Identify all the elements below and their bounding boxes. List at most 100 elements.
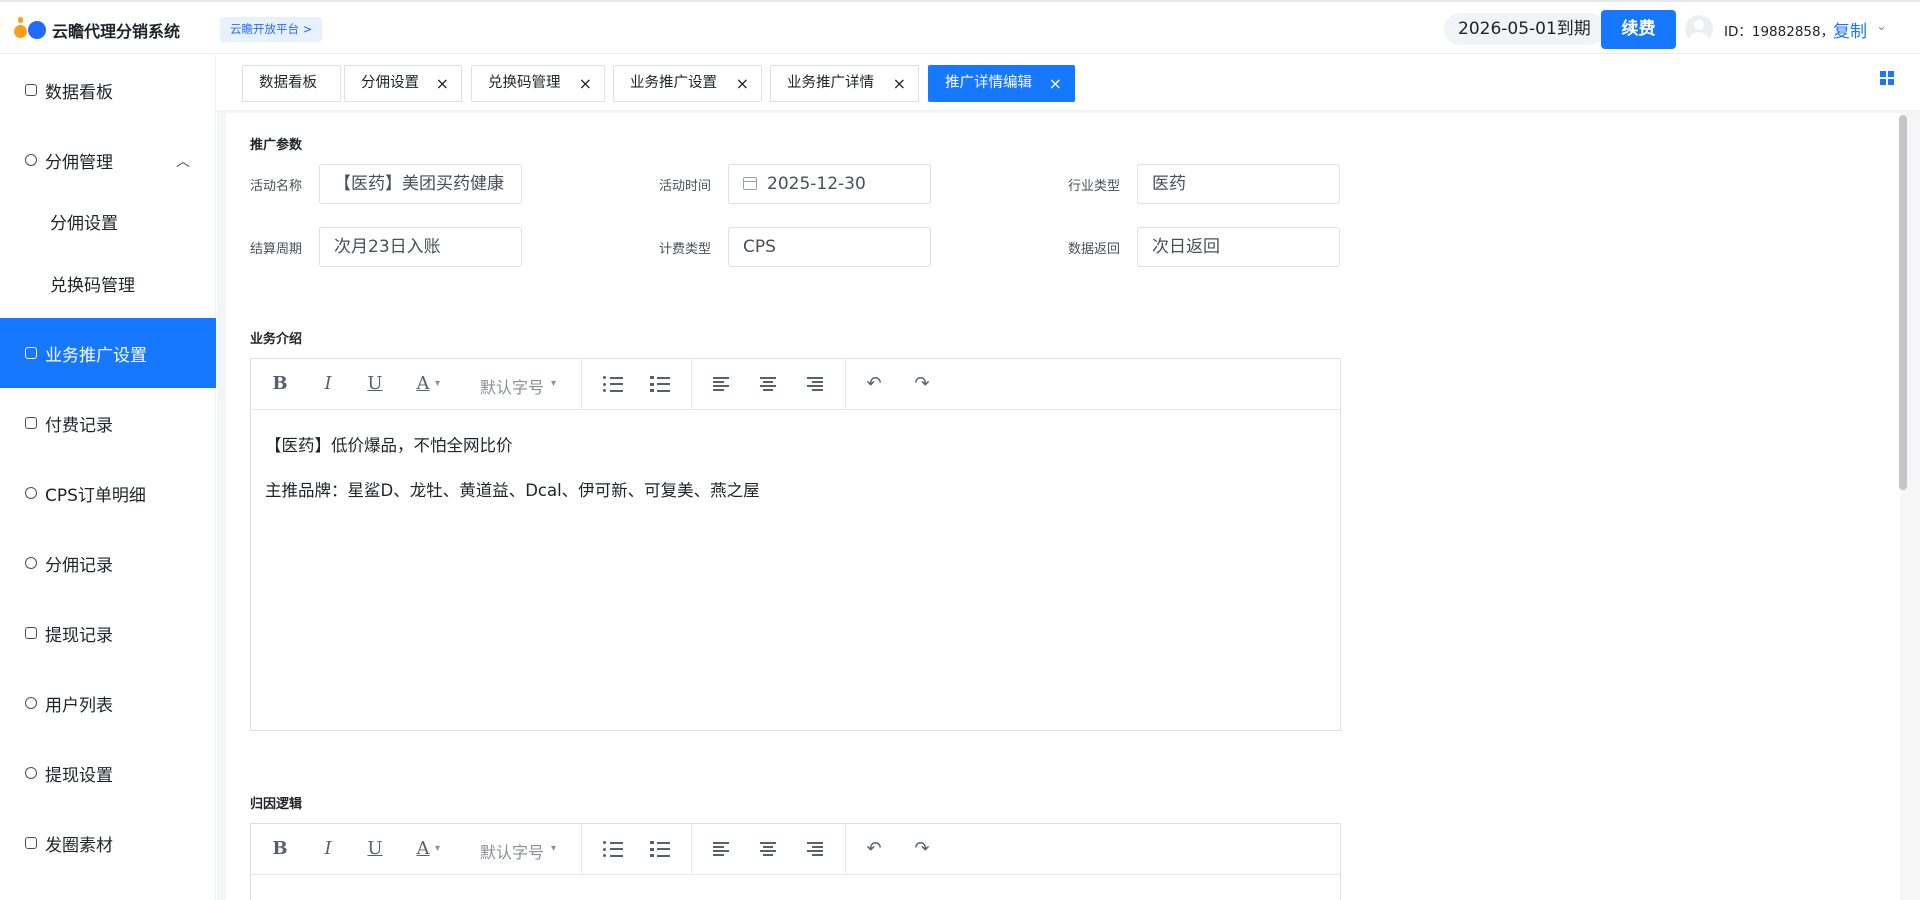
renew-button[interactable]: 续费 bbox=[1601, 10, 1676, 49]
tab-business-promotion[interactable]: 业务推广设置 × bbox=[613, 65, 762, 102]
redo-icon[interactable]: ↷ bbox=[911, 373, 933, 395]
top-header: 云瞻代理分销系统 云瞻开放平台 > 2026-05-01到期 续费 ID：198… bbox=[0, 0, 1920, 54]
attribution-rich-editor[interactable]: B I U A ▾ 默认字号 ▾ ↶ ↷ bbox=[250, 823, 1341, 900]
align-center-icon[interactable] bbox=[760, 842, 778, 856]
numbered-list-icon[interactable] bbox=[650, 376, 670, 392]
sidebar-item-share-materials[interactable]: 发圈素材 bbox=[0, 808, 216, 878]
undo-icon[interactable]: ↶ bbox=[863, 838, 885, 860]
italic-icon[interactable]: I bbox=[317, 373, 339, 395]
sidebar-item-label: 数据看板 bbox=[45, 82, 113, 103]
close-icon[interactable]: × bbox=[436, 66, 449, 101]
activity-time-picker[interactable]: 2025-12-30 bbox=[728, 164, 931, 204]
tab-label: 兑换码管理 bbox=[488, 75, 561, 91]
data-return-input[interactable]: 次日返回 bbox=[1137, 227, 1340, 267]
intro-rich-editor[interactable]: B I U A ▾ 默认字号 ▾ ↶ ↷ 【医药】低价爆品，不怕全网比价 主推品… bbox=[250, 358, 1341, 731]
sidebar-item-user-list[interactable]: 用户列表 bbox=[0, 668, 216, 738]
industry-input[interactable]: 医药 bbox=[1137, 164, 1340, 204]
underline-icon[interactable]: U bbox=[364, 838, 386, 860]
font-color-icon[interactable]: A bbox=[412, 838, 434, 860]
editor-toolbar: B I U A ▾ 默认字号 ▾ ↶ ↷ bbox=[251, 824, 1340, 875]
chevron-down-icon[interactable]: ▾ bbox=[435, 843, 440, 854]
tab-redeem-codes[interactable]: 兑换码管理 × bbox=[471, 65, 605, 102]
underline-icon[interactable]: U bbox=[364, 373, 386, 395]
numbered-list-icon[interactable] bbox=[650, 841, 670, 857]
bullet-list-icon[interactable] bbox=[603, 841, 623, 857]
field-label-industry: 行业类型 bbox=[1068, 179, 1121, 194]
align-left-icon[interactable] bbox=[713, 842, 731, 856]
order-icon bbox=[25, 487, 37, 499]
close-icon[interactable]: × bbox=[579, 66, 592, 101]
bullet-list-icon[interactable] bbox=[603, 376, 623, 392]
expiry-badge: 2026-05-01到期 bbox=[1444, 13, 1605, 45]
sidebar-item-dashboard[interactable]: 数据看板 bbox=[0, 55, 216, 125]
scrollbar-thumb[interactable] bbox=[1899, 115, 1907, 490]
section-title-params: 推广参数 bbox=[250, 138, 303, 153]
material-icon bbox=[25, 837, 37, 849]
undo-icon[interactable]: ↶ bbox=[863, 373, 885, 395]
chevron-down-icon[interactable]: ▾ bbox=[551, 378, 556, 389]
target-icon bbox=[25, 557, 37, 569]
activity-name-input[interactable]: 【医药】美团买药健康 bbox=[319, 164, 522, 204]
section-title-intro: 业务介绍 bbox=[250, 332, 303, 347]
tab-promotion-details[interactable]: 业务推广详情 × bbox=[770, 65, 919, 102]
tab-commission-settings[interactable]: 分佣设置 × bbox=[344, 65, 462, 102]
briefcase-icon bbox=[25, 347, 37, 359]
font-size-select[interactable]: 默认字号 bbox=[480, 839, 544, 863]
tab-label: 推广详情编辑 bbox=[945, 75, 1032, 91]
align-right-icon[interactable] bbox=[807, 842, 825, 856]
sidebar-item-commission-management[interactable]: 分佣管理 ︿ bbox=[0, 125, 216, 195]
toolbar-divider bbox=[581, 359, 582, 409]
activity-time-value: 2025-12-30 bbox=[767, 174, 866, 194]
close-icon[interactable]: × bbox=[736, 66, 749, 101]
align-center-icon[interactable] bbox=[760, 377, 778, 391]
avatar[interactable] bbox=[1685, 15, 1713, 43]
copy-id-link[interactable]: 复制 bbox=[1833, 17, 1867, 42]
toolbar-divider bbox=[845, 824, 846, 874]
sidebar-item-business-promotion[interactable]: 业务推广设置 bbox=[0, 318, 216, 388]
settlement-cycle-input[interactable]: 次月23日入账 bbox=[319, 227, 522, 267]
sidebar-subitem-redeem-codes[interactable]: 兑换码管理 bbox=[0, 255, 216, 317]
chevron-down-icon[interactable]: ▾ bbox=[435, 378, 440, 389]
sidebar-item-label: 提现记录 bbox=[45, 625, 113, 646]
sidebar-item-withdraw-settings[interactable]: 提现设置 bbox=[0, 738, 216, 808]
document-icon bbox=[25, 627, 37, 639]
tab-label: 数据看板 bbox=[259, 75, 317, 91]
sidebar-item-label: 业务推广设置 bbox=[45, 345, 147, 366]
tab-promotion-edit[interactable]: 推广详情编辑 × bbox=[928, 65, 1075, 102]
app-logo bbox=[14, 17, 48, 39]
user-icon bbox=[25, 154, 37, 166]
sidebar-item-payment-records[interactable]: 付费记录 bbox=[0, 388, 216, 458]
tab-dashboard[interactable]: 数据看板 bbox=[242, 65, 341, 102]
align-right-icon[interactable] bbox=[807, 377, 825, 391]
sidebar-item-label: 提现设置 bbox=[45, 765, 113, 786]
sidebar-item-label: 分佣管理 bbox=[45, 152, 113, 173]
sidebar-item-cps-orders[interactable]: CPS订单明细 bbox=[0, 458, 216, 528]
font-color-icon[interactable]: A bbox=[412, 373, 434, 395]
sidebar-item-label: 付费记录 bbox=[45, 415, 113, 436]
bold-icon[interactable]: B bbox=[269, 838, 291, 860]
font-size-select[interactable]: 默认字号 bbox=[480, 374, 544, 398]
field-label-data-return: 数据返回 bbox=[1068, 242, 1121, 257]
toolbar-divider bbox=[845, 359, 846, 409]
close-icon[interactable]: × bbox=[893, 66, 906, 101]
users-icon bbox=[25, 697, 37, 709]
grid-menu-icon[interactable] bbox=[1880, 71, 1894, 85]
redo-icon[interactable]: ↷ bbox=[911, 838, 933, 860]
user-id: ID：19882858， bbox=[1724, 24, 1835, 40]
sidebar-subitem-commission-settings[interactable]: 分佣设置 bbox=[0, 193, 216, 255]
bold-icon[interactable]: B bbox=[269, 373, 291, 395]
align-left-icon[interactable] bbox=[713, 377, 731, 391]
chevron-down-icon[interactable]: ⌄ bbox=[1876, 19, 1887, 34]
sidebar-item-label: 分佣记录 bbox=[45, 555, 113, 576]
field-label-activity-name: 活动名称 bbox=[250, 179, 303, 194]
billing-type-input[interactable]: CPS bbox=[728, 227, 931, 267]
sidebar-item-commission-records[interactable]: 分佣记录 bbox=[0, 528, 216, 598]
close-icon[interactable]: × bbox=[1049, 66, 1062, 101]
toolbar-divider bbox=[691, 359, 692, 409]
section-title-attribution: 归因逻辑 bbox=[250, 797, 303, 812]
sidebar-item-withdraw-records[interactable]: 提现记录 bbox=[0, 598, 216, 668]
open-platform-link[interactable]: 云瞻开放平台 > bbox=[220, 17, 323, 42]
chevron-down-icon[interactable]: ▾ bbox=[551, 843, 556, 854]
tab-label: 业务推广详情 bbox=[787, 75, 874, 91]
italic-icon[interactable]: I bbox=[317, 838, 339, 860]
